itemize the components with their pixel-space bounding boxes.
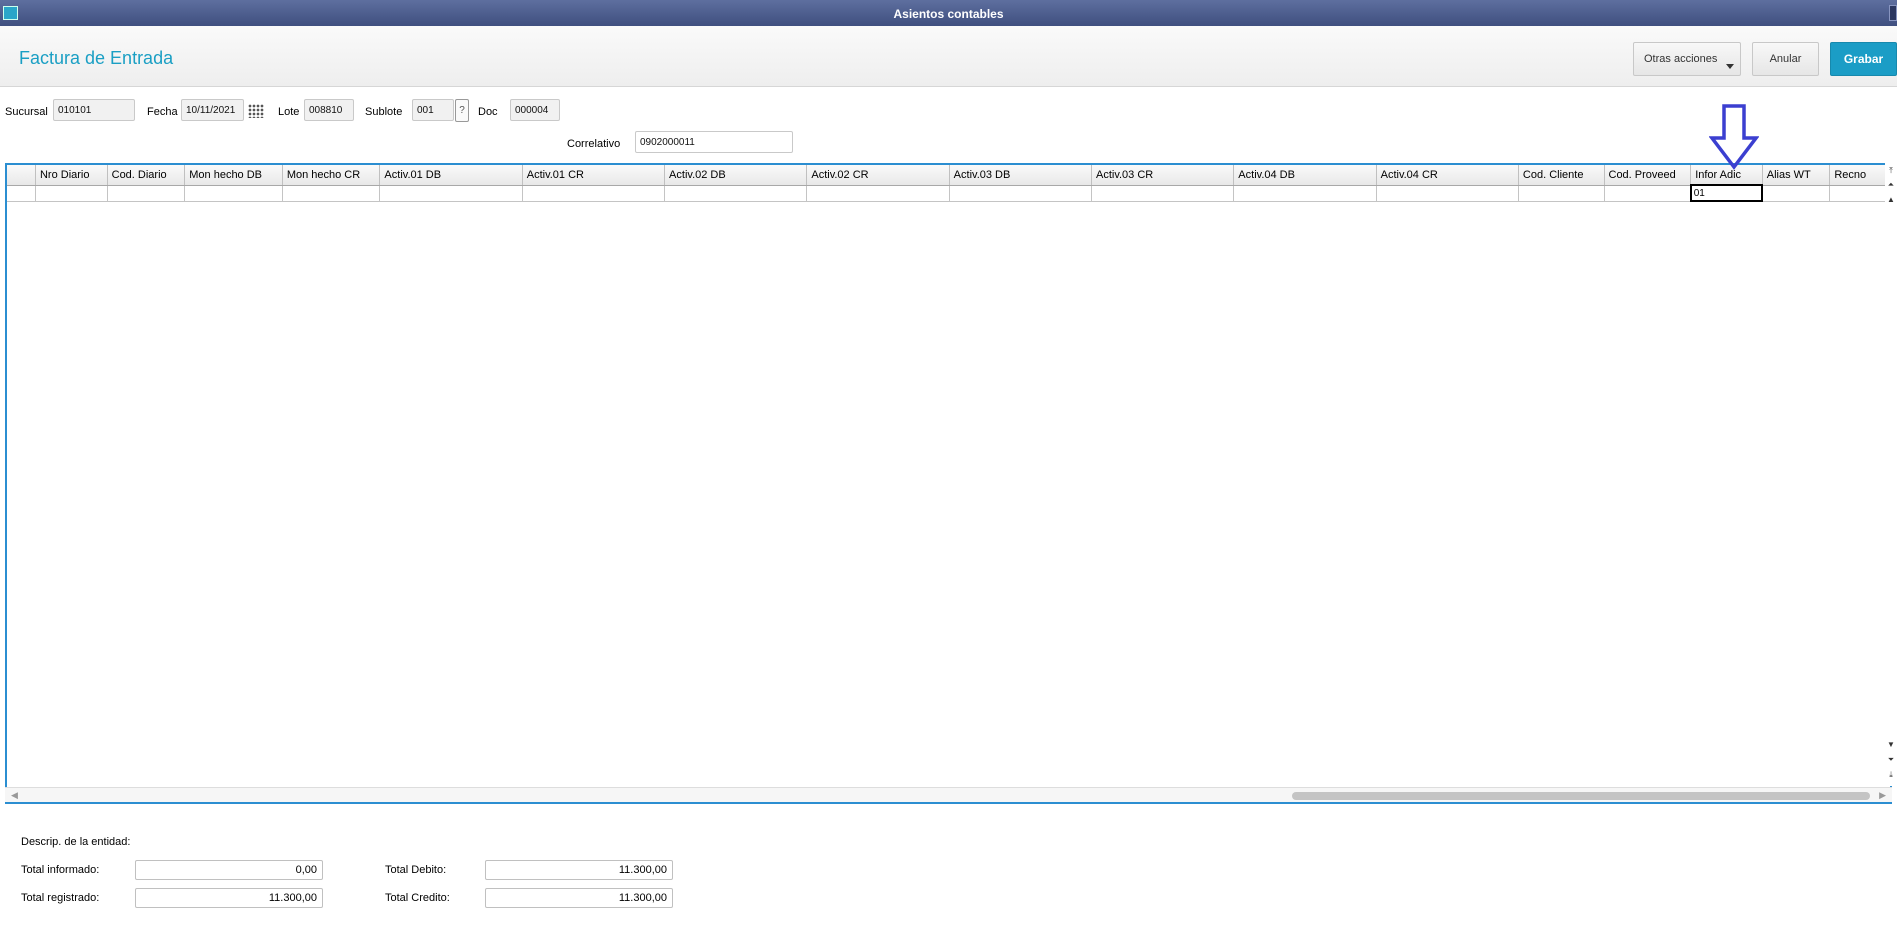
- entries-grid[interactable]: Nro Diario Cod. Diario Mon hecho DB Mon …: [5, 163, 1892, 804]
- total-credito-label: Total Credito:: [385, 892, 450, 904]
- col-header-recno[interactable]: Recno: [1829, 165, 1890, 186]
- scroll-down-icon[interactable]: ▼: [1886, 739, 1896, 751]
- col-header-activ03-cr[interactable]: Activ.03 CR: [1091, 165, 1235, 186]
- col-header-alias-wt[interactable]: Alias WT: [1762, 165, 1831, 186]
- correlativo-field[interactable]: 0902000011: [635, 131, 793, 153]
- col-header-activ01-db[interactable]: Activ.01 DB: [379, 165, 523, 186]
- scroll-page-up-icon[interactable]: ⏶: [1886, 179, 1896, 191]
- close-icon[interactable]: [1889, 5, 1897, 21]
- total-registrado-field[interactable]: 11.300,00: [135, 888, 323, 908]
- col-header-selector[interactable]: [7, 165, 36, 186]
- scroll-right-icon[interactable]: ▶: [1879, 790, 1886, 801]
- scroll-left-icon[interactable]: ◀: [11, 790, 18, 801]
- table-cell[interactable]: [949, 185, 1092, 202]
- table-cell[interactable]: [1233, 185, 1377, 202]
- calendar-icon[interactable]: [248, 104, 264, 118]
- infor-adic-edit-cell[interactable]: 01: [1689, 184, 1764, 202]
- table-cell[interactable]: [806, 185, 950, 202]
- col-header-nro-diario[interactable]: Nro Diario: [35, 165, 108, 186]
- table-cell[interactable]: [1762, 185, 1831, 202]
- entries-table: Nro Diario Cod. Diario Mon hecho DB Mon …: [7, 165, 1890, 202]
- col-header-activ04-db[interactable]: Activ.04 DB: [1233, 165, 1377, 186]
- table-cell[interactable]: [7, 185, 36, 202]
- total-informado-field[interactable]: 0,00: [135, 860, 323, 880]
- doc-label: Doc: [478, 106, 498, 118]
- total-debito-field[interactable]: 11.300,00: [485, 860, 673, 880]
- table-cell[interactable]: [1376, 185, 1519, 202]
- total-credito-field[interactable]: 11.300,00: [485, 888, 673, 908]
- total-debito-label: Total Debito:: [385, 864, 447, 876]
- window-title: Asientos contables: [893, 7, 1004, 21]
- table-cell[interactable]: [184, 185, 283, 202]
- table-cell[interactable]: [35, 185, 108, 202]
- sucursal-field[interactable]: 010101: [53, 99, 135, 121]
- page-title: Factura de Entrada: [19, 48, 174, 68]
- descrip-entidad-label: Descrip. de la entidad:: [21, 836, 131, 848]
- sublote-lookup-button[interactable]: ?: [455, 99, 469, 122]
- fecha-label: Fecha: [147, 106, 178, 118]
- chevron-down-icon: [1726, 64, 1734, 69]
- sublote-field[interactable]: 001: [412, 99, 454, 121]
- col-header-activ02-db[interactable]: Activ.02 DB: [664, 165, 808, 186]
- table-row[interactable]: 01: [7, 184, 1890, 202]
- col-header-cod-cliente[interactable]: Cod. Cliente: [1518, 165, 1605, 186]
- scroll-page-down-icon[interactable]: ⏷: [1886, 754, 1896, 766]
- col-header-activ02-cr[interactable]: Activ.02 CR: [806, 165, 950, 186]
- lote-label: Lote: [278, 106, 300, 118]
- sucursal-label: Sucursal: [5, 106, 48, 118]
- col-header-cod-diario[interactable]: Cod. Diario: [107, 165, 186, 186]
- sublote-label: Sublote: [365, 106, 403, 118]
- scroll-up-icon[interactable]: ▲: [1886, 194, 1896, 206]
- col-header-activ01-cr[interactable]: Activ.01 CR: [522, 165, 666, 186]
- page-header: Factura de Entrada Otras acciones Anular…: [0, 26, 1897, 87]
- col-header-mon-hecho-cr[interactable]: Mon hecho CR: [282, 165, 381, 186]
- table-cell[interactable]: [379, 185, 523, 202]
- table-cell[interactable]: [664, 185, 808, 202]
- total-informado-label: Total informado:: [21, 864, 100, 876]
- grid-vertical-scrollbar[interactable]: ⤒ ⏶ ▲ ▼ ⏷ ⤓: [1885, 163, 1897, 786]
- table-cell[interactable]: [282, 185, 381, 202]
- col-header-activ04-cr[interactable]: Activ.04 CR: [1376, 165, 1519, 186]
- grabar-button[interactable]: Grabar: [1830, 42, 1897, 76]
- lote-field[interactable]: 008810: [304, 99, 354, 121]
- annotation-arrow-icon: [1709, 104, 1759, 170]
- horizontal-scroll-thumb[interactable]: [1292, 792, 1870, 800]
- table-cell[interactable]: [107, 185, 186, 202]
- scroll-top-icon[interactable]: ⤒: [1886, 165, 1896, 177]
- col-header-activ03-db[interactable]: Activ.03 DB: [949, 165, 1092, 186]
- doc-field[interactable]: 000004: [510, 99, 560, 121]
- col-header-mon-hecho-db[interactable]: Mon hecho DB: [184, 165, 283, 186]
- table-cell[interactable]: [1518, 185, 1605, 202]
- total-registrado-label: Total registrado:: [21, 892, 100, 904]
- scroll-bottom-icon[interactable]: ⤓: [1886, 769, 1896, 781]
- table-cell[interactable]: [522, 185, 666, 202]
- table-cell[interactable]: [1604, 185, 1692, 202]
- grid-header-row: Nro Diario Cod. Diario Mon hecho DB Mon …: [7, 165, 1890, 186]
- anular-button[interactable]: Anular: [1752, 42, 1819, 76]
- table-cell[interactable]: [1091, 185, 1235, 202]
- otras-acciones-label: Otras acciones: [1644, 53, 1718, 65]
- otras-acciones-button[interactable]: Otras acciones: [1633, 42, 1741, 76]
- grid-horizontal-scrollbar[interactable]: ◀ ▶: [5, 787, 1892, 804]
- fecha-field[interactable]: 10/11/2021: [181, 99, 244, 121]
- col-header-cod-proveed[interactable]: Cod. Proveed: [1604, 165, 1692, 186]
- correlativo-label: Correlativo: [567, 138, 621, 150]
- window-title-bar: Asientos contables: [0, 0, 1897, 26]
- table-cell[interactable]: [1829, 185, 1890, 202]
